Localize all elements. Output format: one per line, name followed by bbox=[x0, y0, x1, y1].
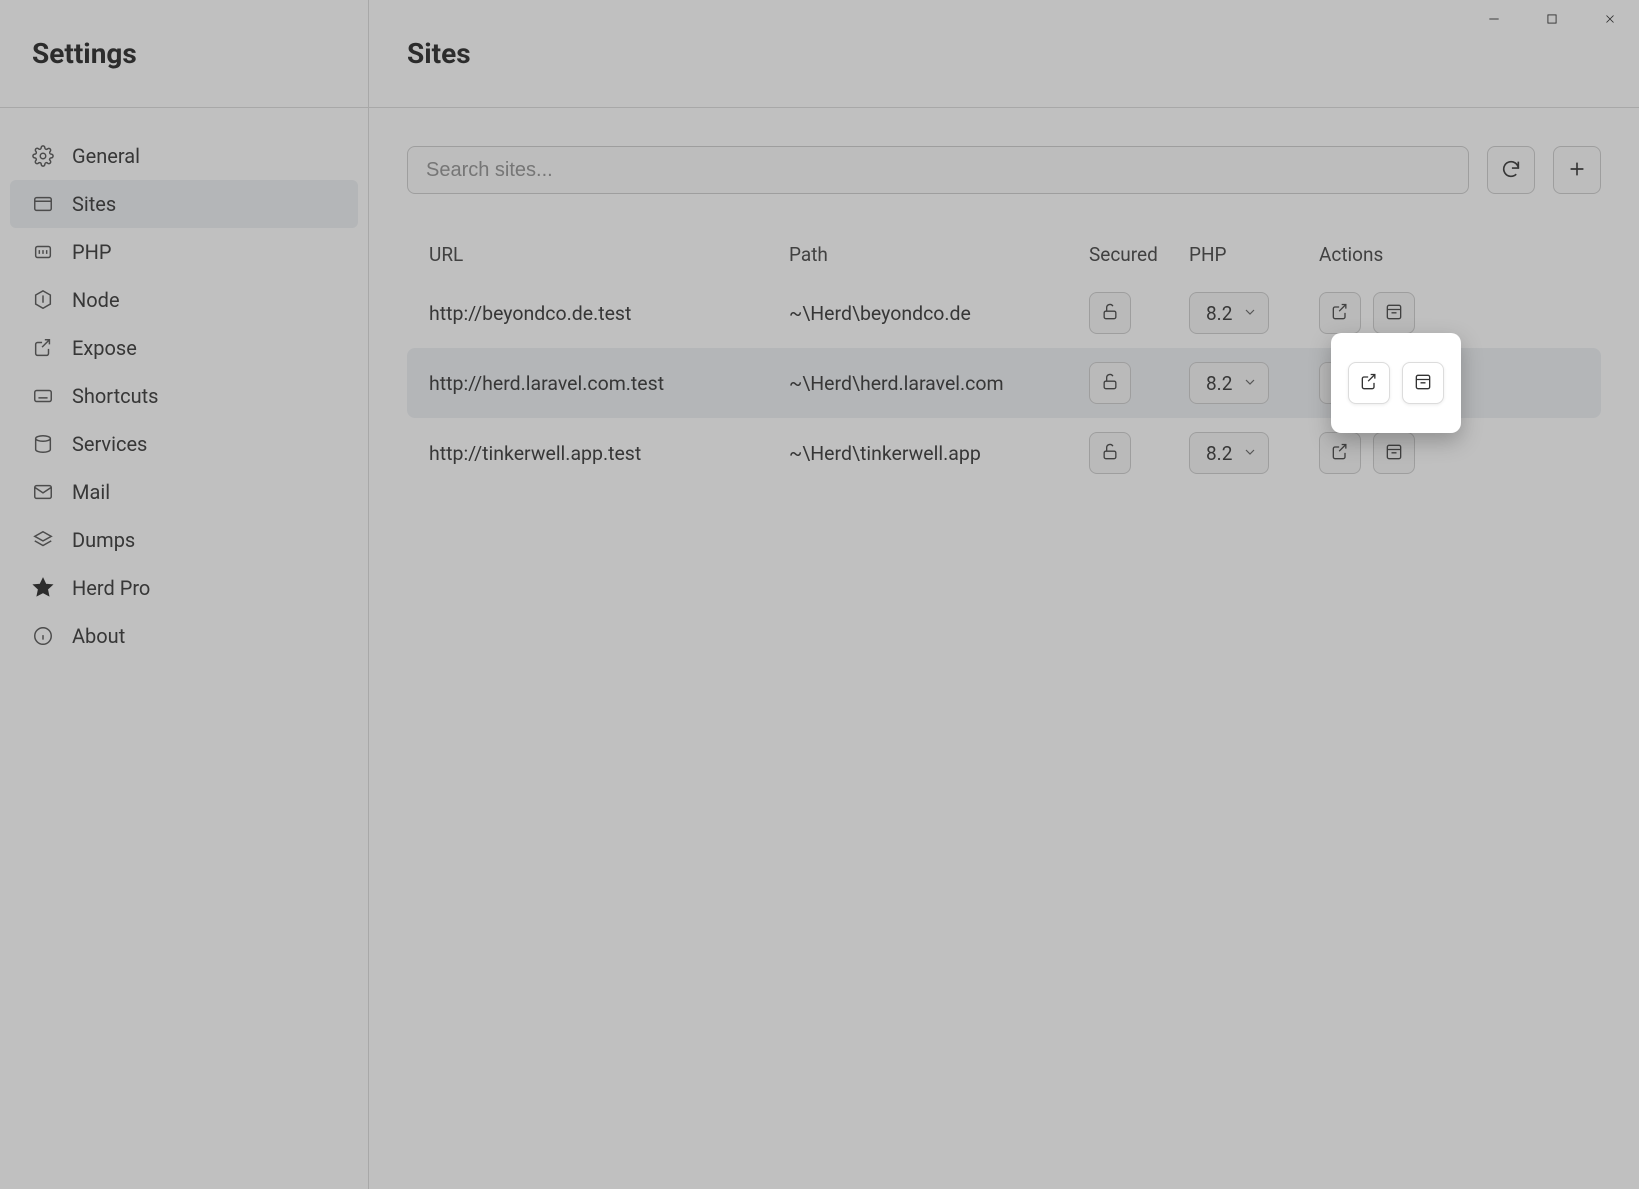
close-icon bbox=[1603, 12, 1617, 29]
sidebar-item-herdpro[interactable]: Herd Pro bbox=[10, 564, 358, 612]
chevron-down-icon bbox=[1242, 442, 1258, 465]
window-controls bbox=[1465, 0, 1639, 40]
cell-url: http://beyondco.de.test bbox=[429, 302, 789, 325]
sidebar-item-about[interactable]: About bbox=[10, 612, 358, 660]
external-link-icon bbox=[1330, 442, 1350, 465]
sidebar-item-mail[interactable]: Mail bbox=[10, 468, 358, 516]
open-in-browser-button[interactable] bbox=[1319, 292, 1361, 334]
info-icon bbox=[32, 625, 54, 647]
php-version-value: 8.2 bbox=[1206, 372, 1232, 395]
php-icon bbox=[32, 241, 54, 263]
cell-path: ~\Herd\beyondco.de bbox=[789, 302, 1089, 325]
chevron-down-icon bbox=[1242, 372, 1258, 395]
maximize-icon bbox=[1545, 12, 1559, 29]
gear-icon bbox=[32, 145, 54, 167]
unlock-icon bbox=[1100, 372, 1120, 395]
open-in-finder-button[interactable] bbox=[1402, 362, 1444, 404]
sidebar-item-label: Services bbox=[72, 432, 147, 456]
sidebar-item-label: General bbox=[72, 144, 140, 168]
sidebar-item-label: Node bbox=[72, 288, 120, 312]
cell-path: ~\Herd\tinkerwell.app bbox=[789, 442, 1089, 465]
col-path: Path bbox=[789, 243, 1089, 266]
plus-icon bbox=[1566, 158, 1588, 183]
open-in-finder-button[interactable] bbox=[1373, 292, 1415, 334]
star-icon bbox=[32, 577, 54, 599]
php-version-value: 8.2 bbox=[1206, 442, 1232, 465]
sidebar-item-expose[interactable]: Expose bbox=[10, 324, 358, 372]
sidebar-title: Settings bbox=[32, 37, 137, 70]
sidebar-header: Settings bbox=[0, 0, 368, 108]
page-title: Sites bbox=[407, 37, 471, 70]
sidebar-item-node[interactable]: Node bbox=[10, 276, 358, 324]
mail-icon bbox=[32, 481, 54, 503]
table-header: URL Path Secured PHP Actions bbox=[407, 230, 1601, 278]
add-site-button[interactable] bbox=[1553, 146, 1601, 194]
php-version-select[interactable]: 8.2 bbox=[1189, 292, 1269, 334]
layers-icon bbox=[32, 529, 54, 551]
external-link-icon bbox=[1330, 302, 1350, 325]
php-version-select[interactable]: 8.2 bbox=[1189, 362, 1269, 404]
sidebar-item-label: Mail bbox=[72, 480, 110, 504]
php-version-select[interactable]: 8.2 bbox=[1189, 432, 1269, 474]
window-minimize-button[interactable] bbox=[1465, 0, 1523, 40]
sidebar-item-label: Herd Pro bbox=[72, 576, 150, 600]
php-version-value: 8.2 bbox=[1206, 302, 1232, 325]
sidebar-item-label: About bbox=[72, 624, 125, 648]
toolbar bbox=[407, 146, 1601, 194]
window-icon bbox=[1384, 302, 1404, 325]
window-icon bbox=[1384, 442, 1404, 465]
database-icon bbox=[32, 433, 54, 455]
secure-toggle[interactable] bbox=[1089, 292, 1131, 334]
keyboard-icon bbox=[32, 385, 54, 407]
window-maximize-button[interactable] bbox=[1523, 0, 1581, 40]
sidebar-item-label: Sites bbox=[72, 192, 116, 216]
secure-toggle[interactable] bbox=[1089, 362, 1131, 404]
open-in-finder-button[interactable] bbox=[1373, 432, 1415, 474]
secure-toggle[interactable] bbox=[1089, 432, 1131, 474]
col-actions: Actions bbox=[1319, 243, 1579, 266]
unlock-icon bbox=[1100, 442, 1120, 465]
chevron-down-icon bbox=[1242, 302, 1258, 325]
window-icon bbox=[1413, 372, 1433, 395]
col-secured: Secured bbox=[1089, 243, 1189, 266]
sidebar-item-sites[interactable]: Sites bbox=[10, 180, 358, 228]
sidebar-nav: General Sites PHP Node Expose Shortcuts bbox=[0, 108, 368, 660]
sidebar: Settings General Sites PHP Node Expose bbox=[0, 0, 369, 1189]
minimize-icon bbox=[1487, 12, 1501, 29]
sidebar-item-dumps[interactable]: Dumps bbox=[10, 516, 358, 564]
window-close-button[interactable] bbox=[1581, 0, 1639, 40]
sidebar-item-label: Shortcuts bbox=[72, 384, 158, 408]
sidebar-item-label: PHP bbox=[72, 240, 112, 264]
actions-callout bbox=[1331, 333, 1461, 433]
sidebar-item-label: Dumps bbox=[72, 528, 135, 552]
open-in-browser-button[interactable] bbox=[1319, 432, 1361, 474]
sidebar-item-general[interactable]: General bbox=[10, 132, 358, 180]
sidebar-item-label: Expose bbox=[72, 336, 137, 360]
search-input[interactable] bbox=[407, 146, 1469, 194]
cell-url: http://herd.laravel.com.test bbox=[429, 372, 789, 395]
refresh-button[interactable] bbox=[1487, 146, 1535, 194]
refresh-icon bbox=[1500, 158, 1522, 183]
cell-url: http://tinkerwell.app.test bbox=[429, 442, 789, 465]
node-icon bbox=[32, 289, 54, 311]
main-header: Sites bbox=[369, 0, 1639, 108]
sidebar-item-services[interactable]: Services bbox=[10, 420, 358, 468]
cell-path: ~\Herd\herd.laravel.com bbox=[789, 372, 1089, 395]
share-icon bbox=[32, 337, 54, 359]
col-url: URL bbox=[429, 243, 789, 266]
main: Sites URL Path Secured PHP Actions bbox=[369, 0, 1639, 1189]
sidebar-item-php[interactable]: PHP bbox=[10, 228, 358, 276]
open-in-browser-button[interactable] bbox=[1348, 362, 1390, 404]
unlock-icon bbox=[1100, 302, 1120, 325]
browser-icon bbox=[32, 193, 54, 215]
sidebar-item-shortcuts[interactable]: Shortcuts bbox=[10, 372, 358, 420]
external-link-icon bbox=[1359, 372, 1379, 395]
col-php: PHP bbox=[1189, 243, 1319, 266]
